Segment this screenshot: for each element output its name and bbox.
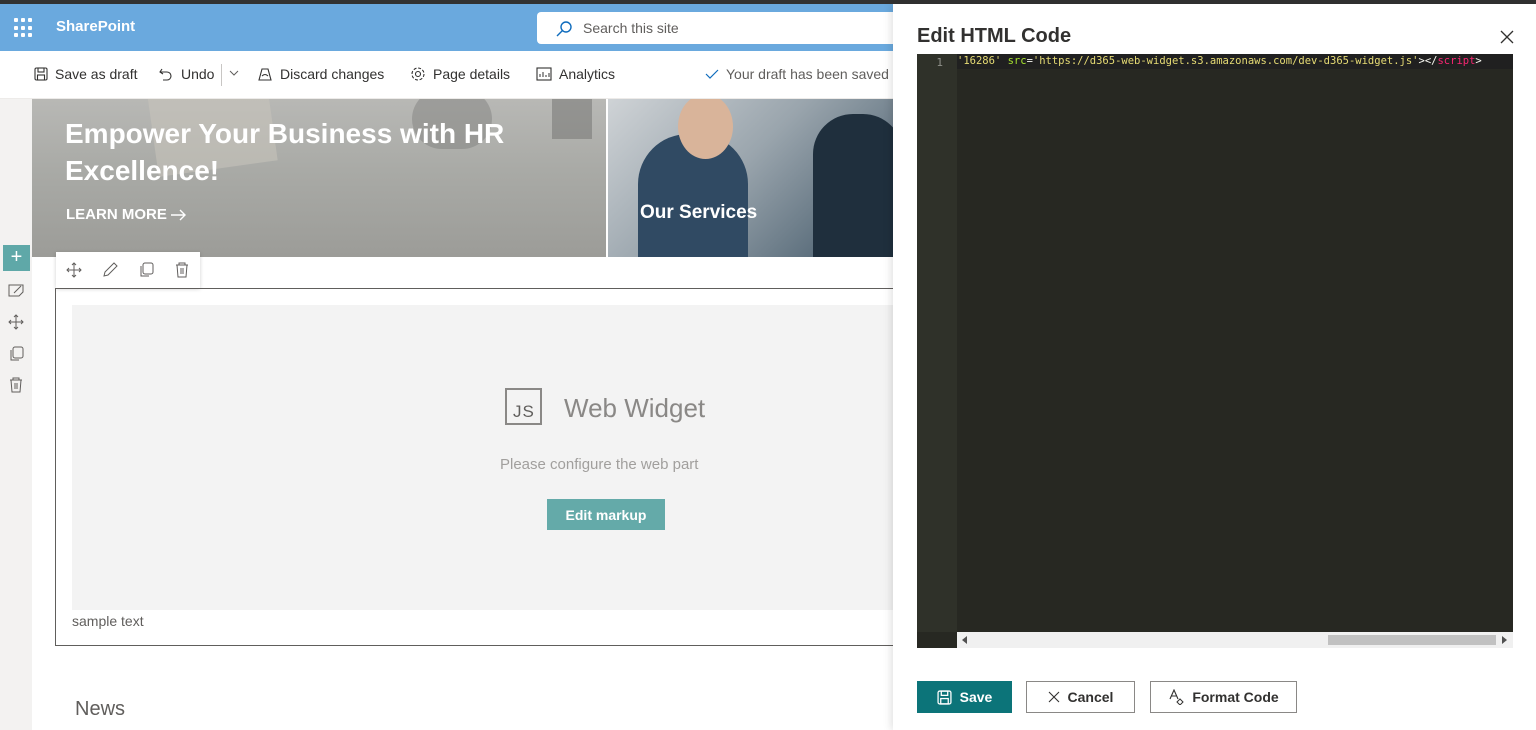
cancel-button[interactable]: Cancel	[1026, 681, 1135, 713]
undo-menu-divider	[221, 64, 229, 86]
chevron-down-icon	[229, 70, 239, 76]
analytics-label: Analytics	[559, 66, 616, 82]
format-code-button[interactable]: Format Code	[1150, 681, 1297, 713]
save-as-draft-label: Save as draft	[55, 66, 138, 82]
command-bar: Save as draft Undo Discard changes Page …	[0, 51, 893, 99]
hero-tile-services[interactable]: Our Services	[608, 99, 893, 257]
code-src-value: 'https://d365-web-widget.s3.amazonaws.co…	[1032, 55, 1419, 67]
delete-webpart-icon[interactable]	[164, 252, 200, 288]
search-placeholder: Search this site	[583, 20, 679, 36]
app-name[interactable]: SharePoint	[56, 18, 135, 35]
close-icon[interactable]	[1500, 30, 1514, 44]
hero-headline: Empower Your Business with HR Excellence…	[65, 118, 505, 186]
undo-button[interactable]: Undo	[158, 66, 214, 82]
duplicate-webpart-icon[interactable]	[128, 252, 164, 288]
edit-html-panel: Edit HTML Code 1 '16286' src='https://d3…	[893, 4, 1536, 730]
duplicate-section-icon[interactable]	[8, 346, 24, 362]
undo-icon	[159, 68, 172, 81]
save-icon	[937, 689, 952, 705]
search-box[interactable]: Search this site	[537, 12, 897, 44]
save-as-draft-button[interactable]: Save as draft	[34, 66, 138, 82]
gear-icon	[411, 67, 425, 81]
save-button[interactable]: Save	[917, 681, 1012, 713]
move-section-icon[interactable]	[8, 314, 24, 330]
web-widget-subtitle: Please configure the web part	[500, 456, 699, 473]
horizontal-scrollbar[interactable]	[957, 632, 1513, 648]
web-widget-placeholder[interactable]	[72, 305, 893, 610]
save-label: Save	[959, 689, 993, 705]
learn-more-label: LEARN MORE	[66, 206, 167, 223]
draft-saved-label: Your draft has been saved	[726, 66, 889, 82]
undo-label: Undo	[181, 66, 215, 82]
discard-icon	[258, 68, 272, 81]
close-icon	[1048, 691, 1059, 703]
edit-section-icon[interactable]	[8, 282, 24, 298]
app-launcher-icon[interactable]	[14, 18, 34, 38]
code-tag-open-close: ></	[1418, 55, 1438, 67]
scroll-right-icon[interactable]	[1502, 636, 1507, 644]
arrow-right-icon	[170, 209, 186, 220]
code-line[interactable]: '16286' src='https://d365-web-widget.s3.…	[957, 54, 1513, 69]
webpart-toolbar	[56, 252, 200, 288]
delete-section-icon[interactable]	[8, 377, 24, 393]
edit-webpart-icon[interactable]	[92, 252, 128, 288]
suite-bar: SharePoint Search this site	[0, 4, 897, 51]
news-heading: News	[75, 698, 126, 720]
save-icon	[34, 67, 48, 81]
js-icon-label: JS	[513, 402, 535, 421]
panel-title: Edit HTML Code	[917, 25, 1072, 47]
code-tag-end: >	[1475, 55, 1482, 67]
add-section-button[interactable]: +	[3, 245, 30, 271]
hero-tile-caption: Our Services	[640, 202, 758, 223]
discard-changes-button[interactable]: Discard changes	[257, 66, 384, 82]
analytics-button[interactable]: Analytics	[536, 66, 615, 82]
discard-changes-label: Discard changes	[280, 66, 385, 82]
code-id-value: '16286'	[957, 55, 1002, 67]
scroll-left-icon[interactable]	[962, 636, 967, 644]
edit-markup-button[interactable]: Edit markup	[547, 499, 665, 530]
search-icon	[556, 21, 572, 37]
section-left-rail	[0, 99, 32, 730]
format-code-label: Format Code	[1192, 689, 1279, 705]
scrollbar-thumb[interactable]	[1328, 635, 1496, 645]
learn-more-link[interactable]: LEARN MORE	[66, 206, 187, 223]
page-details-button[interactable]: Page details	[410, 66, 510, 82]
web-widget-title: Web Widget	[564, 393, 706, 423]
code-src-attr: src	[1007, 55, 1027, 67]
undo-dropdown[interactable]	[229, 68, 246, 78]
js-icon: JS	[505, 388, 542, 425]
cancel-label: Cancel	[1067, 689, 1114, 705]
code-editor[interactable]: 1 '16286' src='https://d365-web-widget.s…	[917, 54, 1513, 648]
draft-saved-status: Your draft has been saved	[705, 66, 889, 82]
code-tag-name: script	[1437, 55, 1476, 67]
move-webpart-icon[interactable]	[56, 252, 92, 288]
page-details-label: Page details	[433, 66, 511, 82]
hero-tile-main[interactable]: Empower Your Business with HR Excellence…	[32, 99, 606, 257]
line-number-gutter: 1	[917, 54, 957, 632]
checkmark-icon	[705, 69, 719, 79]
sample-text[interactable]: sample text	[72, 613, 144, 629]
analytics-icon	[536, 67, 552, 81]
format-icon	[1169, 689, 1185, 705]
line-number: 1	[936, 56, 943, 69]
